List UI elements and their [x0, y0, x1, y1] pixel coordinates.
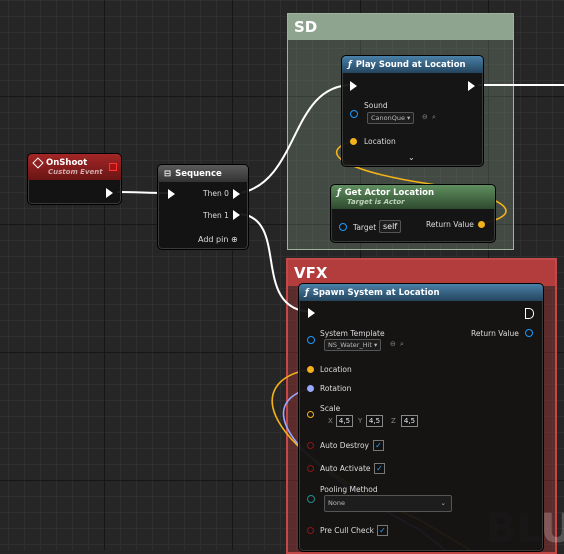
search-icon[interactable]: ⌕ [400, 340, 404, 349]
location-label: Location [364, 137, 396, 146]
sequence-node[interactable]: ⊟ Sequence Then 0 Then 1 Add pin ⊕ [157, 164, 249, 250]
pooling-method-value: None [328, 499, 345, 507]
function-icon: ƒ [348, 59, 352, 70]
auto-destroy-label: Auto Destroy [320, 441, 369, 450]
then0-exec-pin[interactable] [233, 189, 240, 199]
return-value-output-pin[interactable] [478, 221, 485, 228]
system-template-dropdown[interactable]: NS_Water_Hit ▾ [324, 339, 382, 351]
sound-label: Sound [364, 101, 388, 110]
sound-input-pin[interactable] [350, 110, 358, 118]
add-pin-label: Add pin [198, 235, 229, 244]
then1-label: Then 1 [203, 211, 229, 220]
play-sound-exec-in-pin[interactable] [350, 81, 357, 91]
pooling-method-label: Pooling Method [320, 485, 378, 494]
auto-destroy-checkbox[interactable]: ✓ [373, 440, 384, 451]
search-icon[interactable]: ⌕ [432, 113, 436, 122]
spawn-location-label: Location [320, 365, 352, 374]
function-icon: ƒ [305, 287, 309, 298]
return-value-label: Return Value [426, 220, 474, 229]
auto-activate-checkbox[interactable]: ✓ [374, 463, 385, 474]
scale-pin[interactable] [307, 411, 314, 418]
scale-label: Scale [320, 404, 341, 413]
system-template-label: System Template [320, 329, 385, 338]
delegate-pin[interactable] [109, 163, 117, 171]
onshoot-subtitle: Custom Event [48, 168, 103, 176]
sequence-exec-in-pin[interactable] [168, 189, 175, 199]
location-input-pin[interactable] [350, 138, 357, 145]
sound-asset-dropdown[interactable]: CanonQue ▾ [367, 112, 415, 124]
spawn-return-value-label: Return Value [471, 329, 519, 338]
onshoot-event-node[interactable]: OnShoot Custom Event [27, 153, 122, 205]
spawn-system-node[interactable]: ƒ Spawn System at Location System Templa… [298, 283, 544, 552]
sequence-title: Sequence [175, 168, 222, 179]
scale-y-field[interactable]: 4,5 [366, 415, 383, 427]
spawn-exec-out-pin[interactable] [525, 308, 534, 319]
get-actor-location-node[interactable]: ƒ Get Actor Location Target is Actor Tar… [330, 184, 496, 243]
play-sound-exec-out-pin[interactable] [468, 81, 475, 91]
add-pin-button[interactable]: Add pin ⊕ [198, 235, 238, 244]
pre-cull-pin[interactable] [307, 527, 314, 534]
target-value-field[interactable]: self [379, 220, 402, 233]
system-template-pin[interactable] [307, 336, 315, 344]
pre-cull-checkbox[interactable]: ✓ [377, 525, 388, 536]
exec-wire-then0-playsound [240, 84, 353, 194]
scale-x-label: X [328, 417, 333, 425]
spawn-rotation-label: Rotation [320, 384, 352, 393]
auto-activate-pin[interactable] [307, 465, 314, 472]
function-icon: ƒ [337, 188, 341, 198]
scale-x-field[interactable]: 4,5 [336, 415, 353, 427]
target-input-pin[interactable] [339, 223, 347, 231]
target-label: Target [353, 223, 377, 232]
play-sound-node[interactable]: ƒ Play Sound at Location Sound CanonQue … [341, 55, 484, 167]
auto-destroy-pin[interactable] [307, 442, 314, 449]
get-actor-location-subtitle: Target is Actor [347, 198, 405, 206]
onshoot-exec-out-pin[interactable] [106, 188, 113, 198]
then1-exec-pin[interactable] [233, 210, 240, 220]
chevron-down-icon: ⌄ [440, 499, 446, 507]
get-actor-location-title: Get Actor Location [344, 188, 435, 198]
event-diamond-icon [32, 157, 44, 169]
browse-icon[interactable]: ⊖ [390, 340, 396, 348]
expand-chevron-icon[interactable]: ⌄ [408, 153, 415, 162]
auto-activate-label: Auto Activate [320, 464, 371, 473]
pre-cull-label: Pre Cull Check [320, 526, 374, 535]
sequence-icon: ⊟ [164, 168, 172, 179]
scale-z-label: Z [391, 417, 396, 425]
pooling-method-pin[interactable] [307, 495, 315, 503]
spawn-return-value-pin[interactable] [525, 329, 533, 337]
onshoot-title: OnShoot [46, 158, 88, 168]
spawn-location-pin[interactable] [307, 366, 314, 373]
spawn-system-title: Spawn System at Location [312, 287, 440, 298]
scale-y-label: Y [358, 417, 363, 425]
sound-asset-value: CanonQue [371, 114, 405, 122]
then0-label: Then 0 [203, 189, 229, 198]
system-template-value: NS_Water_Hit [328, 341, 372, 349]
scale-z-field[interactable]: 4,5 [401, 415, 418, 427]
spawn-rotation-pin[interactable] [307, 385, 314, 392]
spawn-exec-in-pin[interactable] [308, 308, 315, 318]
play-sound-title: Play Sound at Location [355, 59, 466, 70]
plus-circle-icon: ⊕ [230, 235, 238, 244]
browse-icon[interactable]: ⊖ [422, 113, 428, 121]
pooling-method-dropdown[interactable]: None ⌄ [324, 495, 452, 512]
